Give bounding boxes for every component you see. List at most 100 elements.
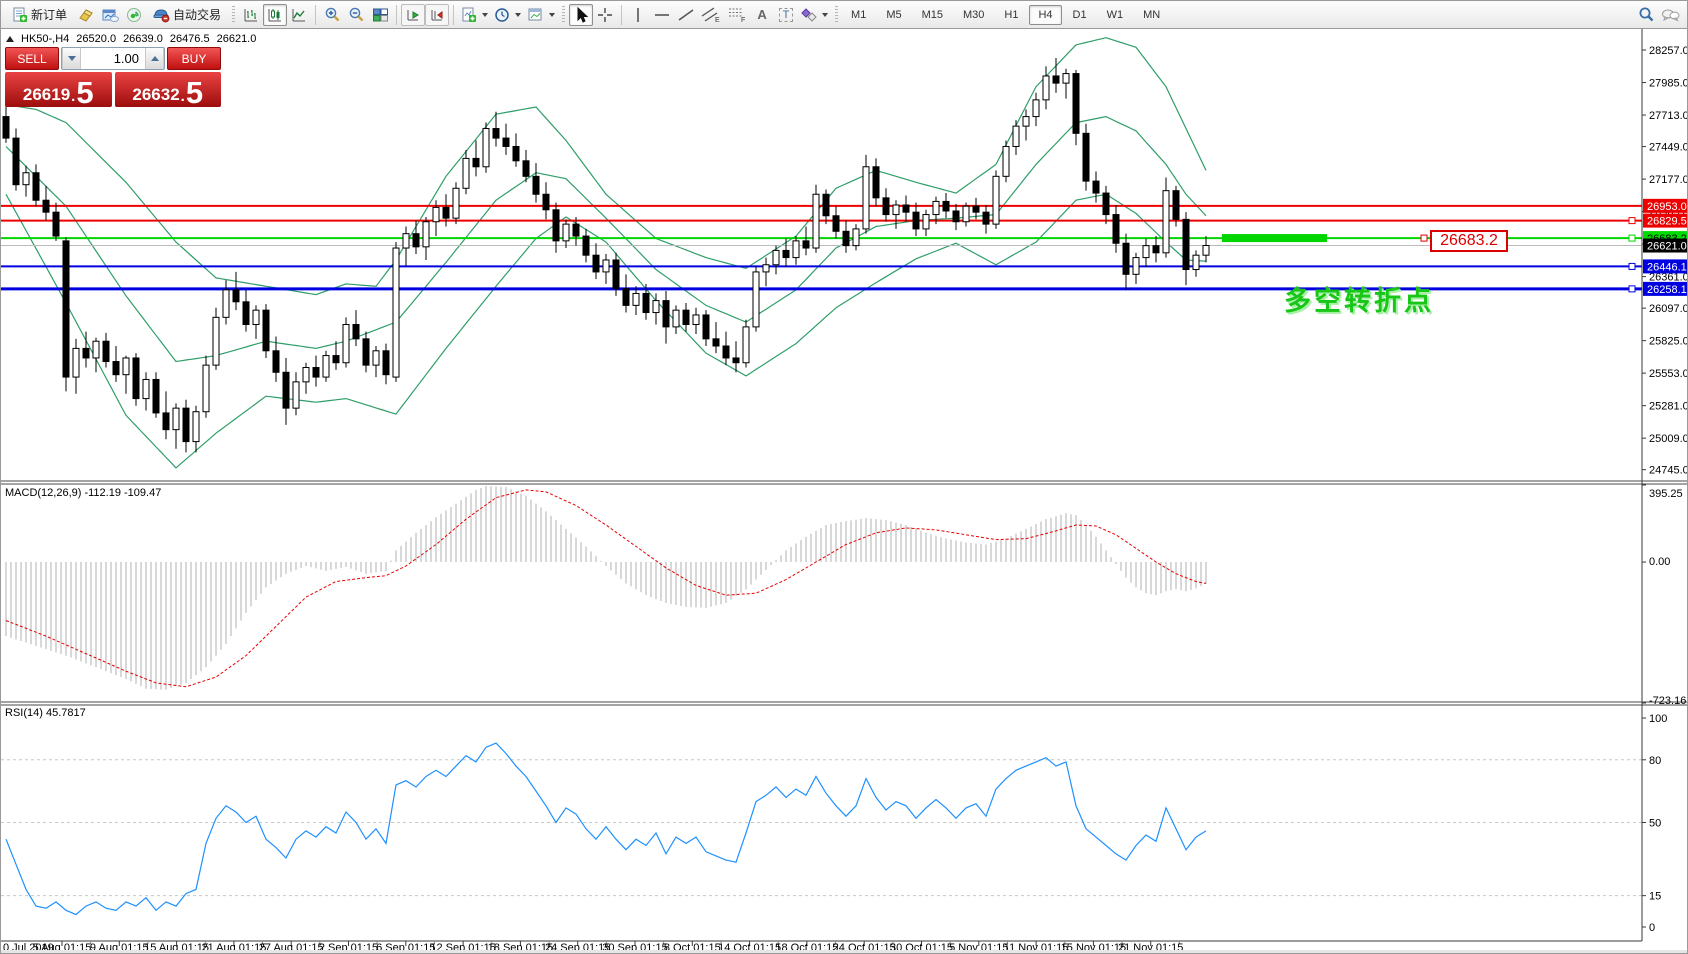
candle-body bbox=[1143, 246, 1149, 258]
timeframe-m5[interactable]: M5 bbox=[877, 5, 910, 25]
timeframe-w1[interactable]: W1 bbox=[1098, 5, 1133, 25]
label-anchor-marker[interactable] bbox=[1421, 235, 1427, 241]
mt4-window: 新订单 bbox=[0, 0, 1688, 954]
candle-body bbox=[443, 207, 449, 218]
line-chart-button[interactable] bbox=[287, 4, 311, 26]
periods-button[interactable] bbox=[491, 4, 524, 26]
candle-body bbox=[93, 341, 99, 358]
buy-price-display[interactable]: 26632 . 5 bbox=[115, 72, 222, 107]
candle-body bbox=[543, 194, 549, 210]
sell-price-display[interactable]: 26619 . 5 bbox=[5, 72, 112, 107]
candle-body bbox=[1163, 191, 1169, 253]
crosshair-button[interactable] bbox=[593, 4, 617, 26]
price-tick-label: 25281.0 bbox=[1649, 401, 1688, 413]
timeframe-m30[interactable]: M30 bbox=[954, 5, 993, 25]
chart-header: HK50-,H4 26520.0 26639.0 26476.5 26621.0 bbox=[6, 33, 256, 45]
candle-body bbox=[863, 167, 869, 229]
horizontal-line-button[interactable] bbox=[650, 4, 674, 26]
buy-button[interactable]: BUY bbox=[167, 47, 221, 70]
toolbar-grip[interactable] bbox=[232, 6, 235, 24]
timeframe-h1[interactable]: H1 bbox=[995, 5, 1027, 25]
price-tick-label: 27713.0 bbox=[1649, 110, 1688, 122]
templates-button[interactable] bbox=[524, 4, 558, 26]
candle-body bbox=[383, 351, 389, 375]
timeframe-mn[interactable]: MN bbox=[1134, 5, 1169, 25]
candle-body bbox=[773, 250, 779, 264]
candle-body bbox=[1093, 181, 1099, 193]
bar-chart-button[interactable] bbox=[239, 4, 263, 26]
candle-body bbox=[663, 301, 669, 327]
candlestick-chart-button[interactable] bbox=[263, 4, 287, 26]
triangle-up-icon bbox=[151, 56, 159, 61]
candle-body bbox=[1113, 215, 1119, 244]
timeframe-m1[interactable]: M1 bbox=[842, 5, 875, 25]
signal-button[interactable] bbox=[122, 4, 146, 26]
eraser-button[interactable] bbox=[74, 4, 98, 26]
rsi-label: RSI(14) 45.7817 bbox=[5, 707, 86, 719]
rsi-tick-label: 0 bbox=[1649, 922, 1655, 934]
line-marker[interactable] bbox=[1629, 263, 1635, 269]
timeframe-group: M1M5M15M30H1H4D1W1MN bbox=[842, 5, 1169, 25]
price-tag-26683[interactable]: 26683.2 bbox=[1430, 230, 1508, 252]
candle-body bbox=[153, 379, 159, 412]
zoom-out-button[interactable] bbox=[344, 4, 368, 26]
trendline-button[interactable] bbox=[674, 4, 698, 26]
candle-body bbox=[223, 290, 229, 317]
buy-price-big: 5 bbox=[186, 80, 203, 105]
auto-trading-button[interactable]: 自动交易 bbox=[146, 4, 228, 26]
line-marker[interactable] bbox=[1629, 235, 1635, 241]
symbol-period: HK50-,H4 bbox=[21, 33, 69, 45]
candle-body bbox=[843, 231, 849, 245]
timeframe-m15[interactable]: M15 bbox=[913, 5, 952, 25]
candle-body bbox=[1183, 219, 1189, 269]
line-marker[interactable] bbox=[1629, 218, 1635, 224]
tile-windows-button[interactable] bbox=[368, 4, 392, 26]
indicators-button[interactable] bbox=[458, 4, 491, 26]
candle-body bbox=[1003, 146, 1009, 176]
price-tick-label: 27985.0 bbox=[1649, 78, 1688, 90]
shapes-button[interactable] bbox=[798, 4, 831, 26]
timeframe-h4[interactable]: H4 bbox=[1029, 5, 1061, 25]
candle-body bbox=[963, 206, 969, 222]
candle-body bbox=[303, 368, 309, 382]
charts-window-button[interactable] bbox=[98, 4, 122, 26]
candle-body bbox=[913, 212, 919, 229]
candle-body bbox=[1073, 74, 1079, 134]
auto-scroll-button[interactable] bbox=[401, 4, 425, 26]
candle-body bbox=[233, 290, 239, 302]
text-button[interactable]: A bbox=[750, 4, 774, 26]
line-marker[interactable] bbox=[1629, 286, 1635, 292]
candle-body bbox=[103, 341, 109, 361]
zoom-in-button[interactable] bbox=[320, 4, 344, 26]
vertical-line-icon bbox=[631, 7, 645, 23]
text-label-button[interactable]: T bbox=[774, 4, 798, 26]
candle-body bbox=[483, 129, 489, 167]
sell-button[interactable]: SELL bbox=[5, 47, 59, 70]
thick-level-segment[interactable] bbox=[1222, 234, 1327, 242]
candle-body bbox=[693, 315, 699, 325]
volume-input[interactable]: 1.00 bbox=[81, 48, 145, 69]
triangle-down-icon bbox=[68, 56, 76, 61]
fibonacci-button[interactable]: F bbox=[724, 4, 750, 26]
toolbar-grip[interactable] bbox=[835, 6, 838, 24]
buy-price-main: 26632 bbox=[132, 85, 179, 105]
candle-body bbox=[273, 351, 279, 373]
candle-body bbox=[433, 207, 439, 221]
timeframe-d1[interactable]: D1 bbox=[1064, 5, 1096, 25]
collapse-arrow-icon[interactable] bbox=[6, 36, 14, 42]
chat-button[interactable] bbox=[1658, 4, 1683, 26]
search-button[interactable] bbox=[1634, 4, 1658, 26]
toolbar-grip[interactable] bbox=[562, 6, 565, 24]
vertical-line-button[interactable] bbox=[626, 4, 650, 26]
candle-body bbox=[1023, 117, 1029, 127]
rsi-tick-label: 80 bbox=[1649, 755, 1661, 767]
cursor-button[interactable] bbox=[569, 4, 593, 26]
chart-canvas[interactable]: 28257.027985.027713.027449.027177.026905… bbox=[1, 29, 1688, 954]
channel-letter: E bbox=[715, 17, 720, 23]
new-order-button[interactable]: 新订单 bbox=[5, 4, 74, 26]
chart-shift-button[interactable] bbox=[425, 4, 449, 26]
volume-decrease-button[interactable] bbox=[62, 48, 81, 69]
candle-body bbox=[1193, 255, 1199, 269]
volume-increase-button[interactable] bbox=[145, 48, 164, 69]
channel-button[interactable]: E bbox=[698, 4, 724, 26]
